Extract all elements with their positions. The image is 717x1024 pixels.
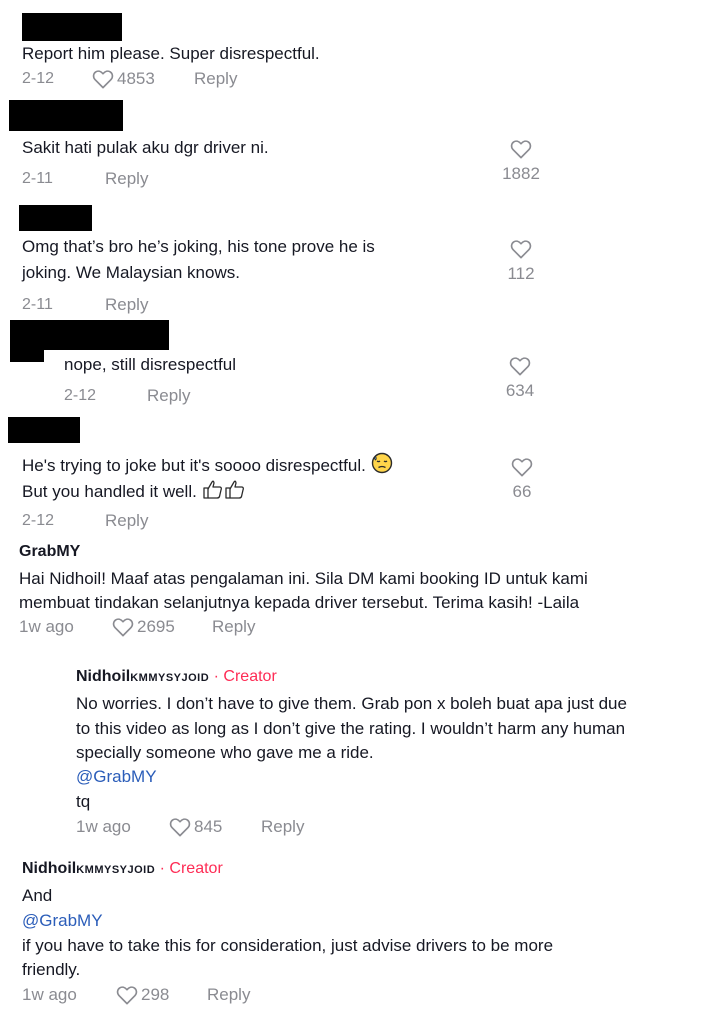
comment-text: Sakit hati pulak aku dgr driver ni. [22, 138, 269, 157]
comment-text: joking. We Malaysian knows. [22, 263, 240, 282]
comment-text: No worries. I don’t have to give them. G… [76, 694, 627, 713]
comment-text: And [22, 886, 53, 905]
creator-badge: · Creator [213, 668, 277, 685]
like-button[interactable]: 634 [490, 356, 550, 402]
comment-text: He's trying to joke but it's soooo disre… [22, 452, 393, 481]
author-handle-suffix: KMMYSYJOID [130, 672, 210, 684]
author-handle-suffix: KMMYSYJOID [76, 864, 156, 876]
creator-badge: · Creator [159, 860, 223, 877]
comment-date: 2-11 [22, 170, 53, 187]
like-count: 2695 [137, 617, 175, 636]
comment-text: But you handled it well. [22, 478, 246, 507]
comment-text: Report him please. Super disrespectful. [22, 44, 320, 63]
comment-date: 2-12 [22, 70, 55, 87]
reply-button[interactable]: Reply [105, 169, 148, 189]
redacted-username [22, 13, 122, 41]
heart-outline-icon [92, 69, 114, 89]
heart-outline-icon [511, 457, 533, 477]
comment-date: 1w ago [19, 617, 74, 636]
mention-link[interactable]: @GrabMY [22, 908, 103, 933]
thumbs-up-outline-emoji [202, 478, 246, 507]
comment-text: membuat tindakan selanjutnya kepada driv… [19, 593, 580, 612]
like-button[interactable]: 2695 [112, 617, 175, 637]
heart-outline-icon [510, 139, 532, 159]
heart-outline-icon [112, 617, 134, 637]
author-name: Nidhoil [22, 860, 77, 877]
reply-button[interactable]: Reply [212, 617, 255, 637]
comment-text-line: But you handled it well. [22, 481, 197, 501]
comment-author[interactable]: NidhoilKMMYSYJOID · Creator [76, 668, 277, 686]
reply-button[interactable]: Reply [147, 386, 190, 406]
comment-text: tq [76, 792, 91, 811]
reply-button[interactable]: Reply [207, 985, 250, 1005]
comment-text: Omg that’s bro he’s joking, his tone pro… [22, 237, 375, 256]
redacted-username [10, 320, 169, 350]
like-button[interactable]: 845 [169, 817, 222, 837]
reply-button[interactable]: Reply [194, 69, 237, 89]
comment-author[interactable]: GrabMY [19, 543, 80, 561]
downcast-face-with-sweat-emoji [371, 452, 393, 481]
comment-text: Hai Nidhoil! Maaf atas pengalaman ini. S… [19, 569, 588, 588]
like-count: 298 [141, 985, 170, 1004]
like-button[interactable]: 298 [116, 985, 169, 1005]
comment-text: nope, still disrespectful [64, 355, 236, 374]
reply-button[interactable]: Reply [105, 511, 148, 531]
comment-date: 2-12 [22, 512, 55, 529]
reply-button[interactable]: Reply [261, 817, 304, 837]
heart-outline-icon [169, 817, 191, 837]
like-count: 4853 [117, 69, 155, 88]
like-button[interactable]: 112 [491, 239, 551, 285]
like-button[interactable]: 1882 [491, 139, 551, 185]
like-count: 634 [505, 381, 535, 400]
like-button[interactable]: 66 [492, 457, 552, 503]
like-count: 112 [507, 264, 535, 283]
redacted-username [9, 100, 123, 131]
comment-date: 2-12 [64, 387, 97, 404]
author-name: Nidhoil [76, 668, 131, 685]
like-button[interactable]: 4853 [92, 69, 155, 89]
redacted-username [19, 205, 92, 231]
comment-text-line: He's trying to joke but it's soooo disre… [22, 455, 366, 475]
comment-text: friendly. [22, 960, 81, 979]
comment-text: specially someone who gave me a ride. [76, 743, 374, 762]
heart-outline-icon [509, 356, 531, 376]
comment-date: 1w ago [76, 817, 131, 836]
redacted-avatar [10, 350, 44, 362]
reply-button[interactable]: Reply [105, 295, 148, 315]
heart-outline-icon [116, 985, 138, 1005]
comment-text: if you have to take this for considerati… [22, 936, 554, 955]
comment-date: 1w ago [22, 985, 77, 1004]
like-count: 845 [194, 817, 223, 836]
mention-link[interactable]: @GrabMY [76, 764, 157, 789]
redacted-username [8, 417, 80, 443]
comment-date: 2-11 [22, 296, 53, 313]
comment-author[interactable]: NidhoilKMMYSYJOID · Creator [22, 860, 223, 878]
heart-outline-icon [510, 239, 532, 259]
comment-text: to this video as long as I don’t give th… [76, 719, 626, 738]
like-count: 66 [512, 482, 532, 501]
like-count: 1882 [502, 164, 540, 183]
